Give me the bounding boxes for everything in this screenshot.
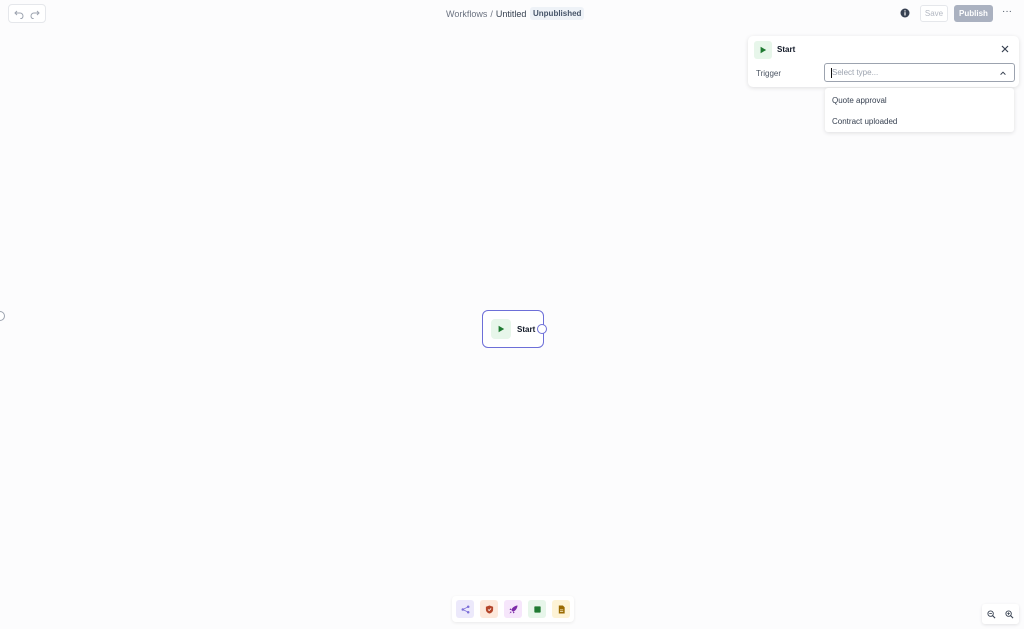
panel-title: Start xyxy=(777,45,796,54)
publish-button[interactable]: Publish xyxy=(954,5,993,22)
start-node[interactable]: Start xyxy=(482,310,544,348)
zoom-controls xyxy=(982,604,1019,624)
breadcrumb: Workflows / Untitled xyxy=(446,8,526,20)
workflow-canvas[interactable]: Workflows / Untitled Unpublished Save Pu… xyxy=(0,0,1024,629)
play-icon xyxy=(491,319,511,339)
canvas-edge-handle[interactable] xyxy=(0,311,5,321)
undo-icon xyxy=(14,10,24,19)
node-toolbar xyxy=(452,596,574,622)
history-controls xyxy=(8,4,46,23)
option-quote-approval[interactable]: Quote approval xyxy=(832,96,887,105)
redo-button[interactable] xyxy=(28,7,42,21)
info-icon[interactable] xyxy=(900,8,910,18)
add-branch-button[interactable] xyxy=(456,600,474,618)
undo-button[interactable] xyxy=(12,7,26,21)
more-options-button[interactable]: ··· xyxy=(1002,7,1012,19)
trigger-options-dropdown: Quote approval Contract uploaded xyxy=(825,88,1014,132)
chevron-up-icon xyxy=(1000,71,1006,75)
status-badge: Unpublished xyxy=(530,7,585,20)
save-button[interactable]: Save xyxy=(920,5,948,22)
zoom-out-icon[interactable] xyxy=(987,609,996,619)
document-icon xyxy=(558,604,565,614)
breadcrumb-current[interactable]: Untitled xyxy=(496,9,527,19)
play-icon xyxy=(754,41,772,59)
close-icon[interactable] xyxy=(1000,44,1010,54)
add-approval-button[interactable] xyxy=(480,600,498,618)
start-node-label: Start xyxy=(517,325,536,334)
trigger-select[interactable]: Select type... xyxy=(824,63,1015,82)
shield-icon xyxy=(485,604,493,614)
start-node-output-handle[interactable] xyxy=(537,324,547,334)
add-end-button[interactable] xyxy=(528,600,546,618)
redo-icon xyxy=(30,10,40,19)
stop-square-icon xyxy=(533,605,541,613)
trigger-select-placeholder: Select type... xyxy=(832,68,879,77)
add-action-button[interactable] xyxy=(504,600,522,618)
node-settings-panel: Start Trigger Select type... xyxy=(748,36,1019,87)
option-contract-uploaded[interactable]: Contract uploaded xyxy=(832,117,897,126)
breadcrumb-root[interactable]: Workflows xyxy=(446,9,487,19)
add-document-button[interactable] xyxy=(552,600,570,618)
zoom-in-icon[interactable] xyxy=(1005,609,1014,619)
share-nodes-icon xyxy=(461,605,469,613)
breadcrumb-separator: / xyxy=(490,9,493,19)
trigger-label: Trigger xyxy=(756,69,782,78)
rocket-icon xyxy=(508,604,518,614)
